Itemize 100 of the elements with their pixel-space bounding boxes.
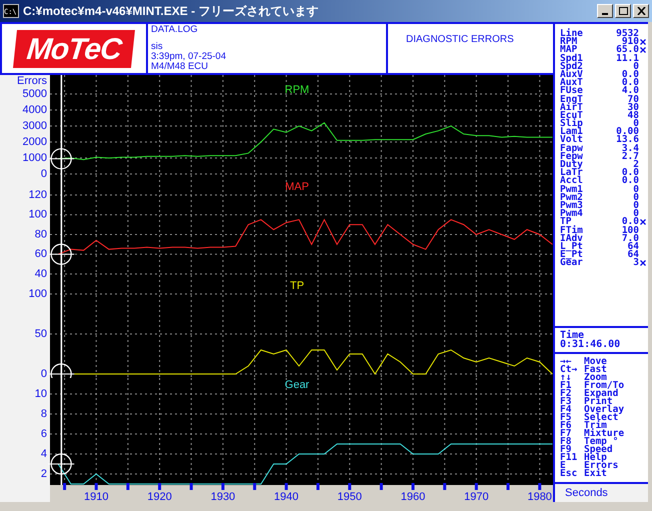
- channel-name: Accl: [560, 177, 584, 186]
- axis-label: 1000: [22, 152, 47, 164]
- shortcut-action: Exit: [584, 470, 607, 478]
- axis-label: 2: [40, 468, 47, 480]
- shortcut-key: F5: [560, 414, 584, 422]
- shortcut-key: F1: [560, 382, 584, 390]
- channel-value: 100: [620, 226, 639, 235]
- file-info-text: 3:39pm, 07-25-04: [151, 52, 227, 62]
- channel-value: 0.0: [620, 79, 639, 88]
- axis-label: 1970: [464, 490, 489, 502]
- shortcut-key: F8: [560, 438, 584, 446]
- axis-label: 2000: [22, 136, 47, 148]
- channel-value: 2: [633, 161, 639, 170]
- shortcut-action: From/To: [584, 382, 624, 390]
- axis-label: 40: [34, 268, 47, 280]
- chart-title: Gear: [284, 378, 310, 391]
- channel-name: Pwm3: [560, 202, 584, 210]
- channel-name: Pwm2: [560, 194, 584, 202]
- channel-name: Fapw: [560, 144, 584, 153]
- channel-value: 48: [626, 112, 639, 120]
- axis-label: 8: [40, 408, 47, 420]
- axis-label: 6: [40, 428, 47, 440]
- shortcut-key: F6: [560, 422, 584, 430]
- channel-value: 0: [633, 62, 639, 71]
- axis-label: 100: [28, 288, 47, 300]
- channel-name: Line: [560, 30, 584, 38]
- time-label: Time: [560, 331, 584, 340]
- shortcut-action: Help: [584, 454, 607, 462]
- chart-title: TP: [290, 280, 304, 292]
- channel-name: Slip: [560, 120, 584, 128]
- axis-label: 100: [28, 208, 47, 221]
- axis-label: 1930: [210, 490, 236, 502]
- channel-value: 7.0: [620, 234, 639, 243]
- logo: MoTeC: [13, 30, 135, 68]
- shortcut-action: Move: [584, 358, 607, 366]
- shortcut-key: Esc: [560, 470, 584, 478]
- shortcut-key: E: [560, 462, 584, 470]
- chart-title: RPM: [284, 84, 310, 96]
- shortcut-action: Speed: [584, 446, 613, 454]
- axis-label: 1950: [337, 490, 362, 502]
- channel-value: 0.00: [615, 128, 639, 136]
- shortcut-key: F2: [560, 390, 584, 398]
- channel-value: 13.6: [615, 136, 639, 145]
- axis-label: 50: [34, 328, 47, 340]
- channel-value: 910: [622, 38, 639, 46]
- shortcut-action: Zoom: [584, 374, 607, 382]
- channel-name: Volt: [560, 136, 584, 145]
- axis-label: 5000: [22, 88, 47, 100]
- time-value: 0:31:46.00: [560, 340, 622, 349]
- channel-value: 4.0: [620, 87, 639, 96]
- channel-name: AuxV: [560, 70, 584, 80]
- axis-label: 120: [28, 188, 47, 201]
- axis-label: 1940: [274, 490, 299, 502]
- shortcut-key: F7: [560, 430, 584, 438]
- axis-label: 1910: [84, 490, 108, 502]
- chart-title: MAP: [285, 180, 309, 193]
- channel-value: 64: [626, 251, 639, 260]
- channel-value: 65.0: [615, 46, 639, 55]
- axis-label: 1960: [400, 490, 426, 502]
- shortcut-key: F3: [560, 398, 584, 406]
- channel-name: Spd2: [560, 62, 584, 71]
- channel-value: 70: [626, 96, 639, 104]
- axis-label: 1980: [527, 490, 552, 502]
- channel-name: EngT: [560, 96, 584, 104]
- channel-name: L_Pt: [560, 242, 584, 252]
- channel-value: 0: [632, 186, 639, 194]
- window-title: C:¥motec¥m4-v46¥MINT.EXE - フリーズされています: [23, 3, 320, 20]
- channel-value: 0.0: [620, 70, 639, 80]
- file-info-text: M4/M48 ECU: [151, 62, 210, 72]
- channel-name: AirT: [560, 104, 584, 112]
- channel-value: 0.0: [620, 218, 639, 227]
- axis-label: 0: [40, 368, 47, 378]
- shortcut-key: →←: [560, 358, 584, 366]
- shortcut-key: Ct→: [560, 366, 584, 374]
- axis-label: 0: [40, 168, 47, 180]
- shortcut-key: F9: [560, 446, 584, 454]
- channel-name: FUse: [560, 87, 584, 96]
- axis-label: Errors: [17, 75, 47, 87]
- shortcut-action: Expand: [584, 390, 618, 398]
- axis-label: 10: [34, 388, 47, 400]
- shortcut-key: F11: [560, 454, 584, 462]
- channel-name: Pwm1: [560, 186, 584, 194]
- channel-name: MAP: [560, 46, 578, 55]
- channel-value: 64: [628, 242, 639, 252]
- channel-value: 0: [633, 210, 639, 218]
- channel-value: 2.7: [620, 152, 639, 162]
- channel-name: TP: [560, 218, 572, 227]
- axis-label: 80: [34, 228, 47, 240]
- axis-label: 1920: [147, 490, 172, 502]
- shortcut-action: Fast: [584, 366, 607, 374]
- channel-name: Pwm4: [560, 210, 584, 218]
- channel-value: 0.0: [620, 169, 639, 178]
- axis-unit-label: Seconds: [565, 488, 608, 498]
- channel-value: 3.4: [620, 144, 639, 153]
- panel-title: DIAGNOSTIC ERRORS: [406, 34, 514, 45]
- axis-label: 4000: [22, 104, 47, 116]
- channel-value: 11.1: [615, 54, 639, 63]
- channel-value: 30: [626, 104, 639, 112]
- channel-name: AuxT: [560, 79, 584, 88]
- channel-value: 0: [632, 194, 639, 202]
